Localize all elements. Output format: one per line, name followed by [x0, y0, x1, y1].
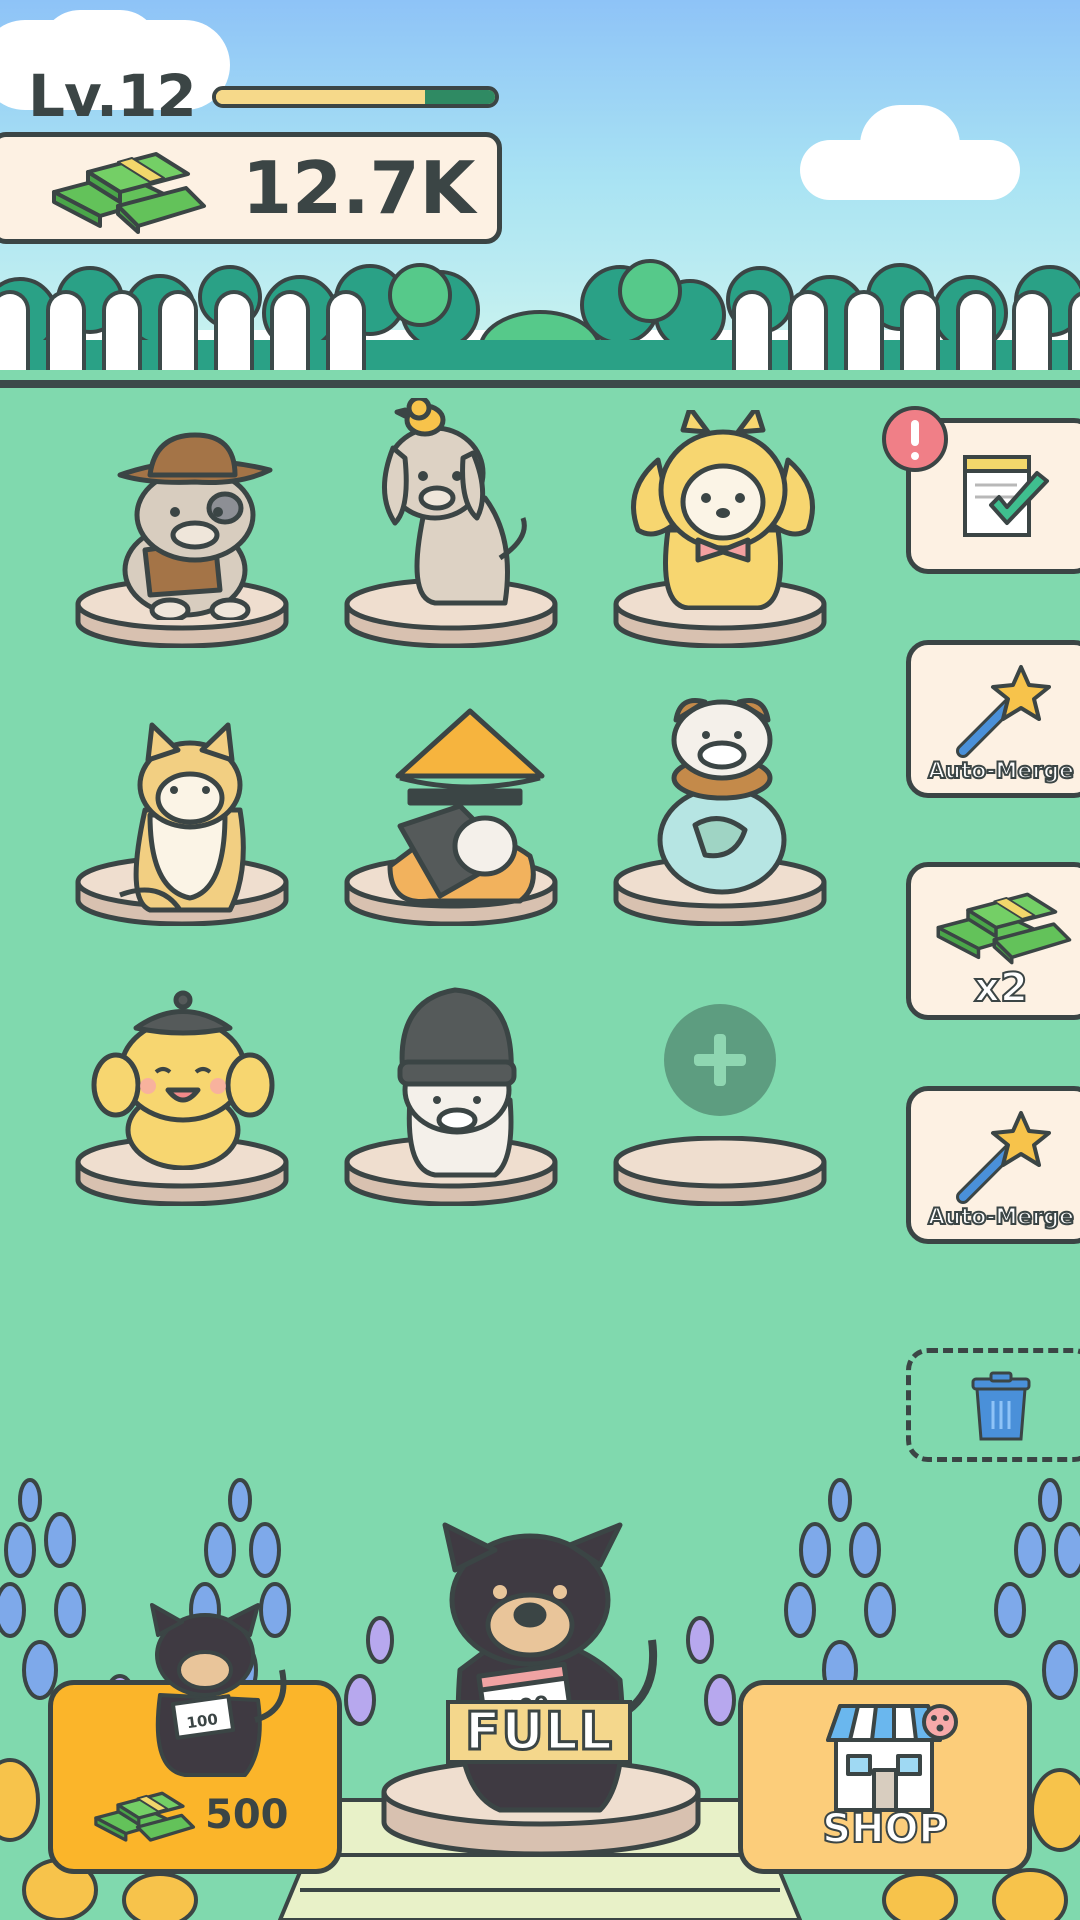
- spawner-pet-black-shiba[interactable]: 100: [420, 1520, 670, 1820]
- pedestal-slot-9-empty[interactable]: [612, 1136, 828, 1206]
- level-label: Lv.12: [28, 62, 197, 130]
- fence-base: [0, 380, 1080, 388]
- xp-progress-track: [425, 90, 495, 104]
- add-pet-button[interactable]: [664, 1004, 776, 1116]
- cash-stack-icon: [94, 1791, 196, 1842]
- shop-label: SHOP: [821, 1805, 949, 1853]
- double-cash-button[interactable]: x2: [906, 862, 1080, 1020]
- pet-beige-dog-duck-hat[interactable]: [365, 398, 535, 613]
- pet-shiba-sitting[interactable]: [110, 720, 260, 920]
- storefront-icon: [826, 1704, 958, 1812]
- pet-shiba-bunny-hood[interactable]: [628, 410, 818, 610]
- plus-icon: [664, 1004, 776, 1116]
- exclamation-icon: [911, 420, 919, 446]
- alert-badge: [882, 406, 948, 472]
- magic-wand-icon: [956, 1111, 1051, 1204]
- pet-corgi-straw-hat[interactable]: [370, 706, 560, 906]
- cloud: [860, 105, 960, 185]
- auto-merge-label-1: Auto-Merge: [927, 758, 1075, 785]
- cash-stack-icon: [52, 152, 206, 234]
- pet-bulldog-fishbowl[interactable]: [650, 690, 800, 895]
- pet-white-dog-beanie[interactable]: [385, 980, 535, 1180]
- pet-poodle-beret[interactable]: [88, 990, 278, 1170]
- cash-amount: 12.7K: [242, 146, 476, 230]
- xp-progress-bar: [212, 86, 499, 108]
- pet-bulldog-cowboy-hat[interactable]: [100, 420, 280, 620]
- auto-merge-button-1[interactable]: Auto-Merge: [906, 640, 1080, 798]
- buy-price: 500: [205, 1792, 289, 1838]
- spawner-full-label: FULL: [463, 1701, 613, 1764]
- xp-progress-fill: [216, 90, 426, 104]
- magic-wand-icon: [956, 665, 1051, 758]
- checklist-icon: [963, 455, 1049, 537]
- buy-pet-black-shiba: 100: [150, 1603, 287, 1777]
- double-cash-label: x2: [973, 964, 1029, 1012]
- trash-drop-zone[interactable]: [906, 1348, 1080, 1462]
- cash-stack-icon: [936, 892, 1072, 965]
- auto-merge-button-2[interactable]: Auto-Merge: [906, 1086, 1080, 1244]
- auto-merge-label-2: Auto-Merge: [927, 1204, 1075, 1231]
- trash-icon: [971, 1371, 1031, 1441]
